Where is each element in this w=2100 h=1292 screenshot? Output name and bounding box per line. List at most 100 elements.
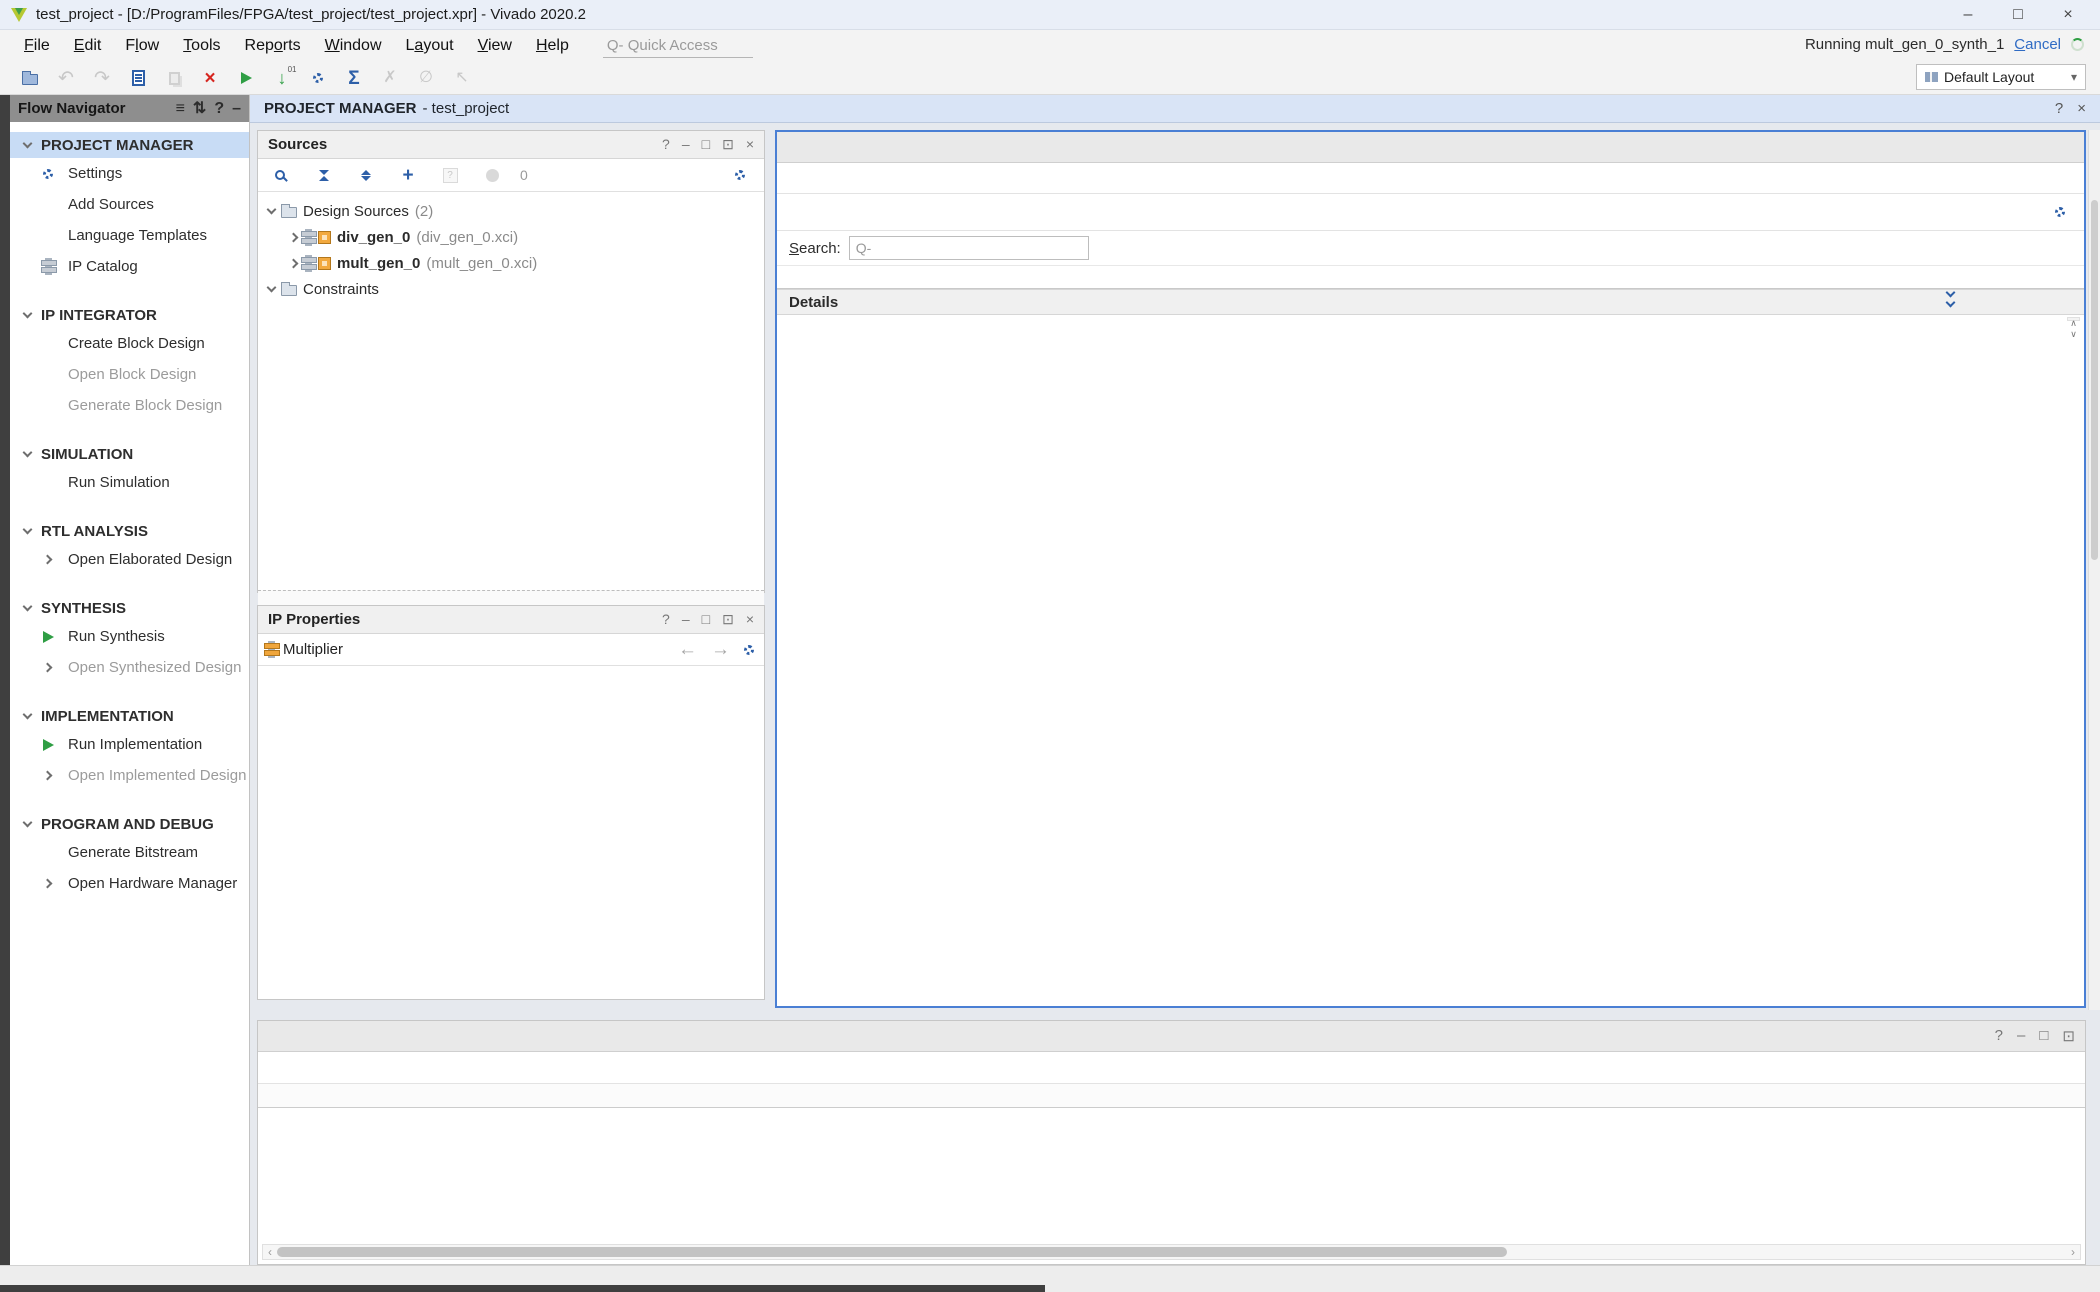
flownav-item-language-templates[interactable]: Language Templates	[10, 220, 249, 251]
settings-button[interactable]	[302, 65, 334, 91]
menu-flow[interactable]: Flow	[113, 33, 171, 59]
report-summary-button[interactable]: Σ	[338, 65, 370, 91]
flownav-item-run-implementation[interactable]: Run Implementation	[10, 729, 249, 760]
flownav-item-generate-block-design[interactable]: Generate Block Design	[10, 390, 249, 421]
collapsed-side-strip[interactable]	[0, 95, 10, 1292]
scroll-left-icon[interactable]: ‹	[263, 1245, 277, 1259]
close-icon[interactable]: ×	[2077, 100, 2086, 117]
scroll-up-icon[interactable]: ∧	[2070, 318, 2077, 329]
tree-item-div_gen_0[interactable]: div_gen_0 (div_gen_0.xci)	[258, 224, 764, 250]
minimize-icon[interactable]: –	[682, 611, 690, 628]
flownav-section-project-manager[interactable]: PROJECT MANAGER	[10, 132, 249, 158]
layout-button[interactable]: ≡	[176, 101, 185, 117]
collapse-all-button[interactable]	[310, 162, 338, 188]
maximize-icon[interactable]: □	[702, 136, 710, 153]
probe-disabled-button[interactable]: ↖	[446, 65, 478, 91]
back-arrow-icon[interactable]: ←	[678, 640, 697, 659]
menu-layout[interactable]: Layout	[394, 33, 466, 59]
flownav-item-open-elaborated-design[interactable]: Open Elaborated Design	[10, 544, 249, 575]
open-project-button[interactable]	[14, 65, 46, 91]
scroll-more-icon[interactable]	[1947, 289, 1954, 309]
reset-runs-button[interactable]: ×	[194, 65, 226, 91]
folder-icon	[281, 285, 297, 296]
layout-selector[interactable]: Default Layout ▾	[1916, 64, 2086, 90]
flownav-item-create-block-design[interactable]: Create Block Design	[10, 328, 249, 359]
cancel-disabled-button[interactable]: ✗	[374, 65, 406, 91]
scrollbar-thumb[interactable]	[2091, 200, 2098, 560]
menu-view[interactable]: View	[466, 33, 524, 59]
help-icon[interactable]: ?	[2055, 100, 2063, 117]
tree-item-mult_gen_0[interactable]: mult_gen_0 (mult_gen_0.xci)	[258, 250, 764, 276]
menu-window[interactable]: Window	[313, 33, 394, 59]
flow-navigator-body: PROJECT MANAGERSettingsAdd SourcesLangua…	[10, 122, 249, 899]
search-input[interactable]: Q-	[849, 236, 1089, 260]
help-icon[interactable]: ?	[662, 611, 670, 628]
flownav-item-run-simulation[interactable]: Run Simulation	[10, 467, 249, 498]
float-icon[interactable]: ⊡	[722, 136, 734, 153]
horizontal-scrollbar[interactable]: ‹ ›	[262, 1244, 2081, 1260]
minimize-button[interactable]: –	[232, 101, 241, 117]
flownav-item-open-synthesized-design[interactable]: Open Synthesized Design	[10, 652, 249, 683]
scroll-right-icon[interactable]: ›	[2066, 1245, 2080, 1259]
window-vertical-scrollbar[interactable]	[2088, 130, 2100, 1010]
run-button[interactable]	[230, 65, 262, 91]
search-button[interactable]	[268, 162, 296, 188]
flownav-section-rtl-analysis[interactable]: RTL ANALYSIS	[10, 518, 249, 544]
menu-file[interactable]: File	[12, 33, 62, 59]
badge-button[interactable]	[478, 162, 506, 188]
scrollbar-thumb[interactable]	[277, 1247, 1507, 1257]
close-icon[interactable]: ×	[746, 136, 754, 153]
close-icon[interactable]: ×	[746, 611, 754, 628]
maximize-icon[interactable]: □	[2039, 1027, 2048, 1045]
flownav-item-add-sources[interactable]: Add Sources	[10, 189, 249, 220]
gear-icon[interactable]	[744, 645, 754, 655]
maximize-button[interactable]: □	[1996, 3, 2040, 27]
ip-catalog-toolbar	[777, 194, 2084, 231]
menu-tools[interactable]: Tools	[171, 33, 232, 59]
settings-gear-button[interactable]	[726, 162, 754, 188]
copy-button[interactable]	[158, 65, 190, 91]
flownav-section-synthesis[interactable]: SYNTHESIS	[10, 595, 249, 621]
flownav-item-open-block-design[interactable]: Open Block Design	[10, 359, 249, 390]
flownav-section-ip-integrator[interactable]: IP INTEGRATOR	[10, 302, 249, 328]
expand-all-button[interactable]	[352, 162, 380, 188]
scroll-down-icon[interactable]: ∨	[2070, 329, 2077, 340]
redo-button[interactable]: ↷	[86, 65, 118, 91]
help-button[interactable]: ?	[214, 101, 224, 117]
menu-edit[interactable]: Edit	[62, 33, 114, 59]
flownav-section-simulation[interactable]: SIMULATION	[10, 441, 249, 467]
tree-item-Design Sources[interactable]: Design Sources (2)	[258, 198, 764, 224]
flownav-item-open-hardware-manager[interactable]: Open Hardware Manager	[10, 868, 249, 899]
settings-gear-button[interactable]	[2046, 199, 2074, 225]
tree-item-Constraints[interactable]: Constraints	[258, 276, 764, 302]
help-doc-button[interactable]: ?	[436, 162, 464, 188]
menu-help[interactable]: Help	[524, 33, 581, 59]
minimize-icon[interactable]: –	[682, 136, 690, 153]
help-icon[interactable]: ?	[662, 136, 670, 153]
flownav-section-program-and-debug[interactable]: PROGRAM AND DEBUG	[10, 811, 249, 837]
quick-access-input[interactable]: Q- Quick Access	[603, 34, 753, 58]
flownav-section-implementation[interactable]: IMPLEMENTATION	[10, 703, 249, 729]
minimize-button[interactable]: –	[1946, 3, 1990, 27]
close-button[interactable]: ×	[2046, 3, 2090, 27]
flownav-item-ip-catalog[interactable]: IP Catalog	[10, 251, 249, 282]
cancel-link[interactable]: Cancel	[2014, 36, 2061, 53]
undo-button[interactable]: ↶	[50, 65, 82, 91]
forward-arrow-icon[interactable]: →	[711, 640, 730, 659]
save-report-button[interactable]	[122, 65, 154, 91]
link-disabled-button[interactable]: ∅	[410, 65, 442, 91]
generate-bitstream-button[interactable]: ↓	[266, 65, 298, 91]
menu-reports[interactable]: Reports	[233, 33, 313, 59]
flownav-item-generate-bitstream[interactable]: Generate Bitstream	[10, 837, 249, 868]
maximize-icon[interactable]: □	[702, 611, 710, 628]
add-sources-button[interactable]: +	[394, 162, 422, 188]
help-icon[interactable]: ?	[1995, 1027, 2003, 1045]
flownav-item-settings[interactable]: Settings	[10, 158, 249, 189]
float-icon[interactable]: ⊡	[722, 611, 734, 628]
swap-button[interactable]: ⇅	[193, 101, 206, 117]
details-scrollbar[interactable]: ∧ ∨	[2067, 317, 2080, 321]
minimize-icon[interactable]: –	[2017, 1027, 2025, 1045]
flownav-item-open-implemented-design[interactable]: Open Implemented Design	[10, 760, 249, 791]
flownav-item-run-synthesis[interactable]: Run Synthesis	[10, 621, 249, 652]
float-icon[interactable]: ⊡	[2062, 1027, 2075, 1045]
